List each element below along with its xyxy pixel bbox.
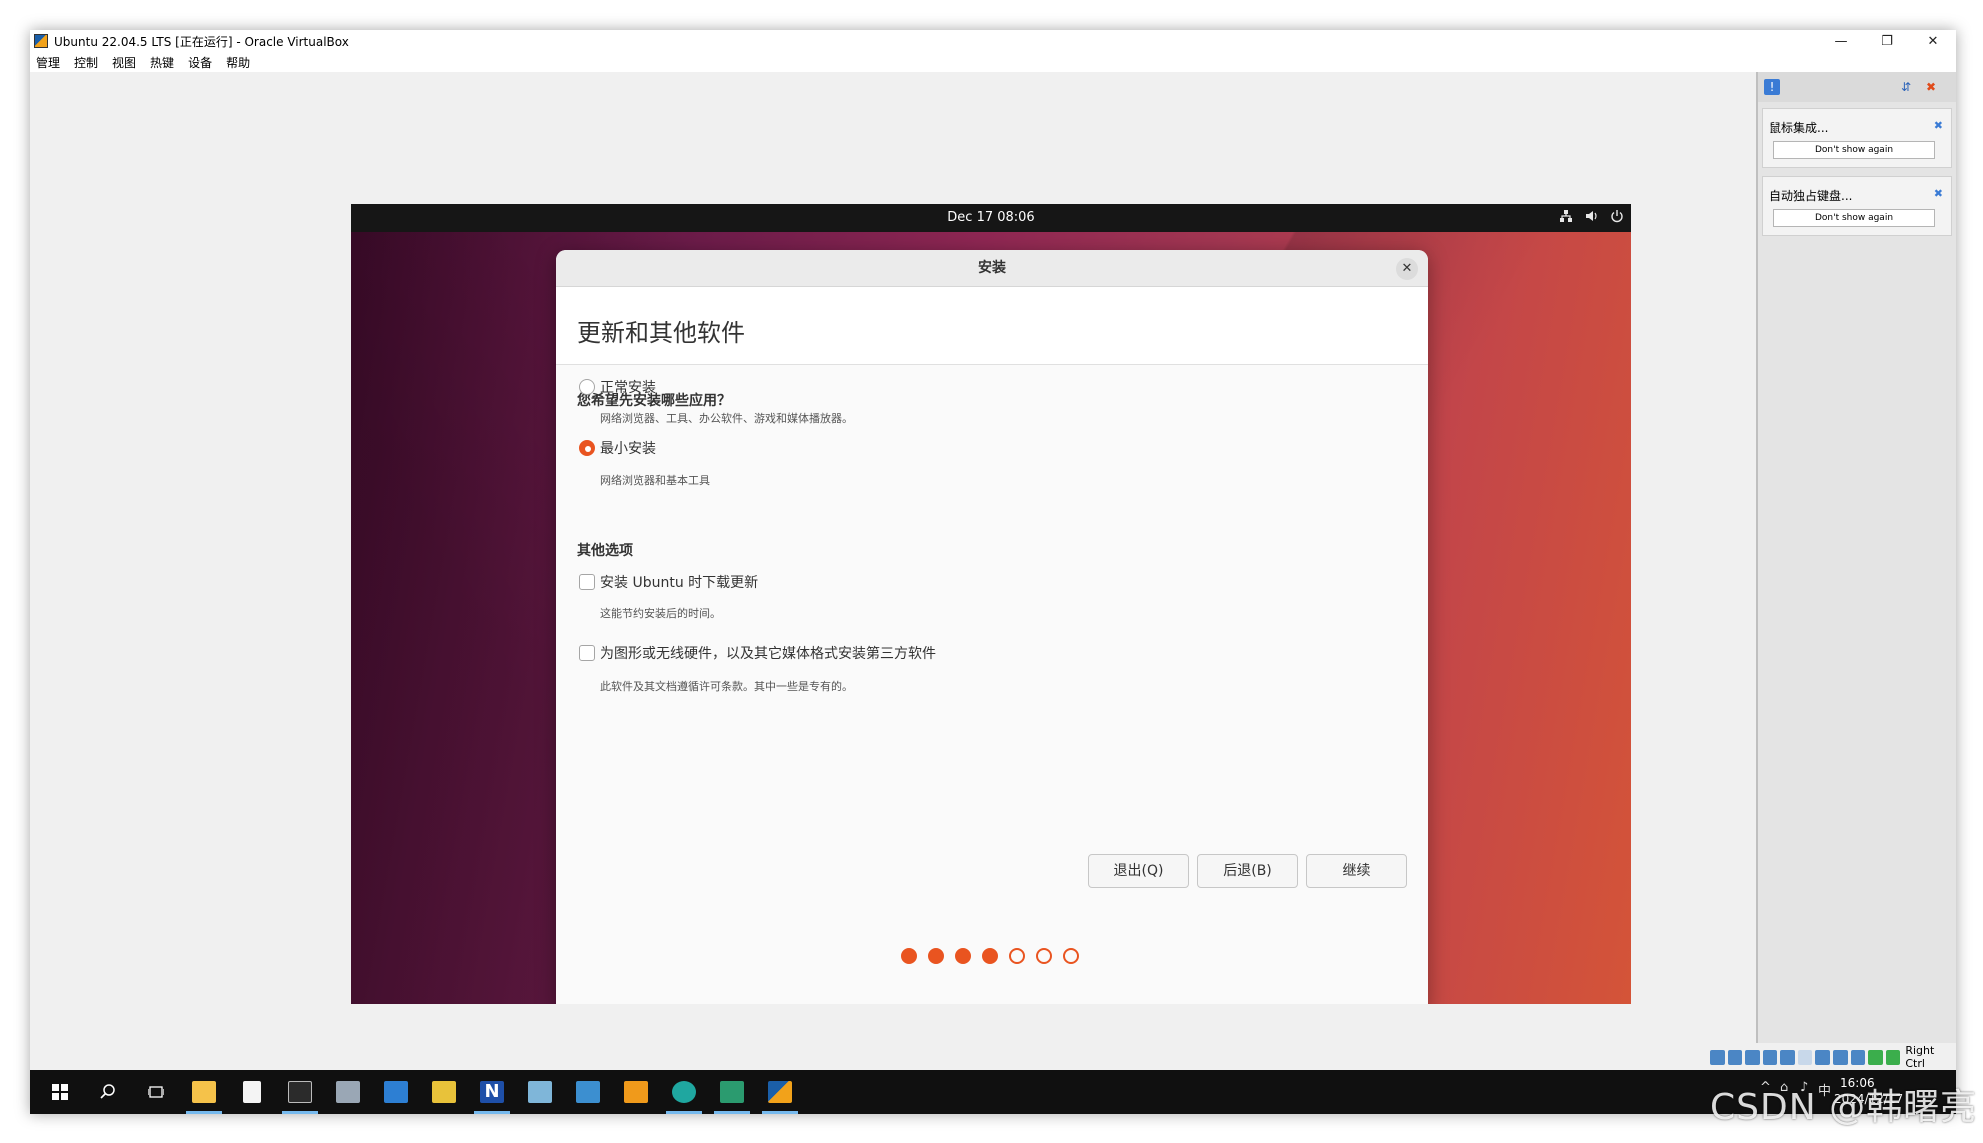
- normal-install-option[interactable]: 正常安装: [579, 377, 656, 397]
- download-updates-label: 安装 Ubuntu 时下载更新: [600, 575, 759, 591]
- notification-text: 自动独占键盘...: [1769, 189, 1853, 203]
- section-other-heading: 其他选项: [577, 543, 633, 559]
- host-key-indicator[interactable]: Right Ctrl: [1905, 1044, 1956, 1070]
- minimal-install-description: 网络浏览器和基本工具: [600, 474, 710, 487]
- edge-browser-icon[interactable]: [666, 1078, 702, 1114]
- optical-drive-status-icon[interactable]: [1727, 1049, 1743, 1065]
- progress-dot-completed: [901, 948, 917, 964]
- display-status-icon[interactable]: [1815, 1049, 1831, 1065]
- network-icon[interactable]: [1557, 209, 1575, 227]
- notification-close-icon[interactable]: ✖: [1934, 187, 1943, 200]
- menu-manage[interactable]: 管理: [36, 54, 60, 71]
- printer-app-icon[interactable]: [334, 1078, 362, 1106]
- page-heading-area: 更新和其他软件: [556, 287, 1428, 365]
- notes-app-icon[interactable]: [526, 1078, 554, 1106]
- notification-center-icon[interactable]: !: [1764, 79, 1780, 95]
- progress-dot-completed: [955, 948, 971, 964]
- installer-progress-dots: [901, 948, 1090, 964]
- notification-card: 自动独占键盘... ✖ Don't show again: [1762, 176, 1952, 236]
- menu-hotkeys[interactable]: 热键: [150, 54, 174, 71]
- normal-install-description: 网络浏览器、工具、办公软件、游戏和媒体播放器。: [600, 412, 853, 425]
- search-icon[interactable]: [94, 1078, 122, 1106]
- continue-button[interactable]: 继续: [1306, 854, 1407, 888]
- audio-status-icon[interactable]: [1745, 1049, 1760, 1065]
- progress-dot-completed: [982, 948, 998, 964]
- monitor-app-icon[interactable]: [574, 1078, 602, 1106]
- vbox-status-bar: Right Ctrl: [1710, 1044, 1956, 1070]
- download-updates-option[interactable]: 安装 Ubuntu 时下载更新: [579, 572, 758, 592]
- restore-button[interactable]: ❐: [1864, 30, 1910, 52]
- virtualbox-window: Ubuntu 22.04.5 LTS [正在运行] - Oracle Virtu…: [30, 30, 1956, 1114]
- minimal-install-option[interactable]: 最小安装: [579, 438, 656, 458]
- normal-install-label: 正常安装: [600, 380, 656, 396]
- menu-devices[interactable]: 设备: [188, 54, 212, 71]
- dialog-header: 安装 ✕: [556, 250, 1428, 287]
- dont-show-again-button[interactable]: Don't show again: [1773, 209, 1935, 227]
- notification-collapse-icon[interactable]: ⇵: [1898, 79, 1914, 95]
- third-party-software-checkbox[interactable]: [579, 645, 595, 661]
- drawing-app-icon[interactable]: [430, 1078, 458, 1106]
- menu-view[interactable]: 视图: [112, 54, 136, 71]
- remote-desktop-icon[interactable]: [382, 1078, 410, 1106]
- virtual-desktop-icon[interactable]: [622, 1078, 650, 1106]
- mouse-integration-status-icon[interactable]: [1868, 1049, 1883, 1065]
- terminal-icon[interactable]: [282, 1078, 318, 1114]
- hard-disk-status-icon[interactable]: [1710, 1049, 1725, 1065]
- recording-status-icon[interactable]: [1833, 1049, 1848, 1065]
- windows-start-icon[interactable]: [46, 1078, 74, 1106]
- virtualbox-app-icon: [34, 34, 48, 48]
- file-explorer-icon[interactable]: [186, 1078, 222, 1114]
- usb-status-icon[interactable]: [1780, 1049, 1795, 1065]
- ubuntu-top-panel: Dec 17 08:06: [351, 204, 1631, 232]
- vm-display-area: Dec 17 08:06 安装 ✕ 更新和其他软件 您希望先安装哪些应用？ 正常…: [30, 72, 1756, 1070]
- vmware-icon[interactable]: [714, 1078, 750, 1114]
- panel-clock[interactable]: Dec 17 08:06: [351, 204, 1631, 232]
- third-party-software-option[interactable]: 为图形或无线硬件，以及其它媒体格式安装第三方软件: [579, 643, 936, 663]
- virtualbox-taskbar-icon[interactable]: [762, 1078, 798, 1114]
- notification-pane: ! ⇵ ✖ 鼠标集成... ✖ Don't show again 自动独占键盘.…: [1756, 72, 1956, 1043]
- download-updates-description: 这能节约安装后的时间。: [600, 607, 721, 620]
- close-window-button[interactable]: ✕: [1910, 30, 1956, 52]
- third-party-software-label: 为图形或无线硬件，以及其它媒体格式安装第三方软件: [600, 646, 936, 662]
- back-button[interactable]: 后退(B): [1197, 854, 1298, 888]
- notification-card: 鼠标集成... ✖ Don't show again: [1762, 108, 1952, 168]
- menu-help[interactable]: 帮助: [226, 54, 250, 71]
- windows-taskbar: N ^ ⌂ ♪ 中 16:06 2024/12/17: [30, 1070, 1956, 1114]
- dont-show-again-button[interactable]: Don't show again: [1773, 141, 1935, 159]
- dialog-title: 安装: [978, 260, 1006, 276]
- installer-dialog: 安装 ✕ 更新和其他软件 您希望先安装哪些应用？ 正常安装 网络浏览器、工具、办…: [556, 250, 1428, 1004]
- notepad-icon[interactable]: [238, 1078, 266, 1106]
- download-updates-checkbox[interactable]: [579, 574, 595, 590]
- notification-text: 鼠标集成...: [1769, 121, 1829, 135]
- shared-folders-status-icon[interactable]: [1797, 1049, 1813, 1065]
- progress-dot-pending: [1009, 948, 1025, 964]
- power-icon[interactable]: [1608, 209, 1626, 227]
- menu-control[interactable]: 控制: [74, 54, 98, 71]
- notification-toolbar: ! ⇵ ✖: [1758, 72, 1956, 102]
- title-bar: Ubuntu 22.04.5 LTS [正在运行] - Oracle Virtu…: [30, 30, 1956, 52]
- minimal-install-radio[interactable]: [579, 440, 595, 456]
- volume-icon[interactable]: [1583, 209, 1601, 227]
- normal-install-radio[interactable]: [579, 379, 595, 395]
- progress-dot-completed: [928, 948, 944, 964]
- dialog-close-button[interactable]: ✕: [1396, 258, 1418, 280]
- quit-button[interactable]: 退出(Q): [1088, 854, 1189, 888]
- keyboard-status-icon[interactable]: [1885, 1049, 1901, 1065]
- minimal-install-label: 最小安装: [600, 441, 656, 457]
- onenote-icon[interactable]: N: [474, 1078, 510, 1114]
- notification-clear-all-icon[interactable]: ✖: [1923, 79, 1939, 95]
- progress-dot-pending: [1063, 948, 1079, 964]
- window-title: Ubuntu 22.04.5 LTS [正在运行] - Oracle Virtu…: [54, 34, 349, 49]
- notification-close-icon[interactable]: ✖: [1934, 119, 1943, 132]
- minimize-button[interactable]: —: [1818, 30, 1864, 52]
- csdn-watermark: CSDN @韩曙亮: [1710, 1087, 1978, 1128]
- task-view-icon[interactable]: [142, 1078, 170, 1106]
- page-title: 更新和其他软件: [577, 319, 745, 347]
- network-status-icon[interactable]: [1762, 1049, 1778, 1065]
- ubuntu-desktop[interactable]: Dec 17 08:06 安装 ✕ 更新和其他软件 您希望先安装哪些应用？ 正常…: [351, 204, 1631, 1004]
- progress-dot-pending: [1036, 948, 1052, 964]
- menu-bar: 管理 控制 视图 热键 设备 帮助: [30, 52, 1956, 72]
- third-party-software-description: 此软件及其文档遵循许可条款。其中一些是专有的。: [600, 680, 853, 693]
- virtualization-status-icon[interactable]: [1850, 1049, 1866, 1065]
